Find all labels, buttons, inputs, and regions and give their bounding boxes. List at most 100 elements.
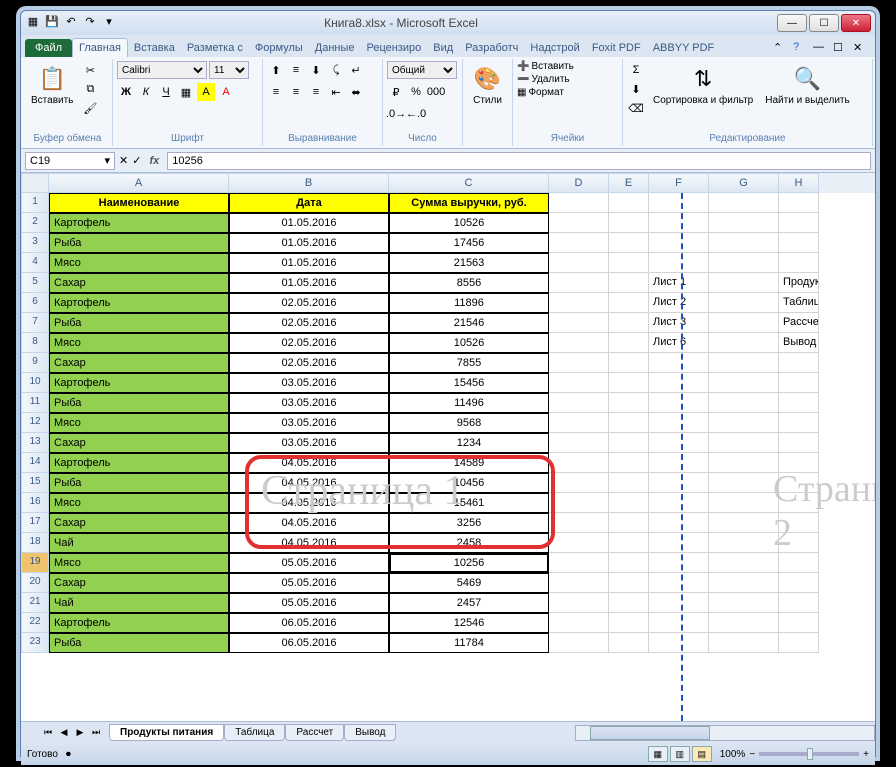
tab-view[interactable]: Вид bbox=[427, 39, 459, 57]
cell[interactable] bbox=[549, 613, 609, 633]
row-header[interactable]: 2 bbox=[21, 213, 49, 233]
cell[interactable]: 15461 bbox=[389, 493, 549, 513]
cell[interactable] bbox=[549, 293, 609, 313]
cell[interactable] bbox=[709, 513, 779, 533]
tab-insert[interactable]: Вставка bbox=[128, 39, 181, 57]
row-header[interactable]: 10 bbox=[21, 373, 49, 393]
cell[interactable]: Рыба bbox=[49, 233, 229, 253]
cell[interactable] bbox=[549, 213, 609, 233]
sheet-prev-icon[interactable]: ◀ bbox=[57, 726, 71, 740]
cell[interactable] bbox=[609, 513, 649, 533]
inc-decimal-icon[interactable]: .0→ bbox=[387, 105, 405, 123]
underline-button[interactable]: Ч bbox=[157, 83, 175, 101]
tab-foxit[interactable]: Foxit PDF bbox=[586, 39, 647, 57]
row-header[interactable]: 18 bbox=[21, 533, 49, 553]
cell[interactable] bbox=[609, 253, 649, 273]
doc-close-icon[interactable]: ✕ bbox=[853, 41, 869, 57]
clear-icon[interactable]: ⌫ bbox=[627, 99, 645, 117]
cell[interactable]: Картофель bbox=[49, 373, 229, 393]
cell[interactable] bbox=[709, 413, 779, 433]
cell[interactable] bbox=[549, 353, 609, 373]
dec-decimal-icon[interactable]: ←.0 bbox=[407, 105, 425, 123]
cell[interactable] bbox=[709, 393, 779, 413]
find-select-button[interactable]: 🔍 Найти и выделить bbox=[761, 61, 853, 131]
col-header-D[interactable]: D bbox=[549, 173, 609, 193]
cell[interactable] bbox=[549, 253, 609, 273]
cell[interactable] bbox=[609, 553, 649, 573]
col-header-F[interactable]: F bbox=[649, 173, 709, 193]
border-button[interactable]: ▦ bbox=[177, 83, 195, 101]
cell[interactable] bbox=[779, 593, 819, 613]
cell[interactable]: 21563 bbox=[389, 253, 549, 273]
cell[interactable] bbox=[779, 253, 819, 273]
italic-button[interactable]: К bbox=[137, 83, 155, 101]
cell[interactable] bbox=[609, 273, 649, 293]
qat-dropdown-icon[interactable]: ▾ bbox=[101, 13, 117, 29]
col-header-E[interactable]: E bbox=[609, 173, 649, 193]
cell[interactable]: Лист 2 bbox=[649, 293, 709, 313]
cell[interactable]: 3256 bbox=[389, 513, 549, 533]
cell[interactable]: 02.05.2016 bbox=[229, 353, 389, 373]
cell[interactable] bbox=[709, 193, 779, 213]
row-header[interactable]: 23 bbox=[21, 633, 49, 653]
fill-color-button[interactable]: A bbox=[197, 83, 215, 101]
maximize-button[interactable]: ☐ bbox=[809, 14, 839, 32]
cell[interactable]: Картофель bbox=[49, 293, 229, 313]
enter-formula-icon[interactable]: ✓ bbox=[132, 154, 141, 167]
col-header-A[interactable]: A bbox=[49, 173, 229, 193]
align-right-icon[interactable]: ≡ bbox=[307, 83, 325, 101]
cell[interactable] bbox=[709, 593, 779, 613]
doc-restore-icon[interactable]: ☐ bbox=[833, 41, 849, 57]
cell[interactable]: Мясо bbox=[49, 493, 229, 513]
cell[interactable]: 06.05.2016 bbox=[229, 633, 389, 653]
cell[interactable] bbox=[609, 293, 649, 313]
cell[interactable] bbox=[609, 233, 649, 253]
cell[interactable] bbox=[779, 433, 819, 453]
cell[interactable]: 05.05.2016 bbox=[229, 593, 389, 613]
cell[interactable] bbox=[709, 293, 779, 313]
cell[interactable] bbox=[649, 373, 709, 393]
tab-formulas[interactable]: Формулы bbox=[249, 39, 309, 57]
cell[interactable]: Сахар bbox=[49, 353, 229, 373]
paste-button[interactable]: 📋 Вставить bbox=[27, 61, 77, 131]
cell[interactable] bbox=[709, 533, 779, 553]
sheet-tab-1[interactable]: Таблица bbox=[224, 724, 285, 741]
cell[interactable]: 15456 bbox=[389, 373, 549, 393]
cell[interactable]: Сахар bbox=[49, 273, 229, 293]
name-box[interactable]: C19▾ bbox=[25, 152, 115, 170]
cell[interactable] bbox=[549, 513, 609, 533]
row-header[interactable]: 7 bbox=[21, 313, 49, 333]
cell[interactable] bbox=[649, 413, 709, 433]
row-header[interactable]: 17 bbox=[21, 513, 49, 533]
insert-cells-button[interactable]: ➕Вставить bbox=[517, 61, 618, 72]
cell[interactable]: 11496 bbox=[389, 393, 549, 413]
cell[interactable] bbox=[779, 373, 819, 393]
cell[interactable] bbox=[609, 573, 649, 593]
cell[interactable] bbox=[609, 333, 649, 353]
font-color-button[interactable]: A bbox=[217, 83, 235, 101]
cell[interactable]: Мясо bbox=[49, 253, 229, 273]
sheet-tab-active[interactable]: Продукты питания bbox=[109, 724, 224, 741]
cell[interactable] bbox=[609, 473, 649, 493]
cell[interactable]: 02.05.2016 bbox=[229, 313, 389, 333]
horizontal-scrollbar[interactable] bbox=[575, 725, 875, 741]
cell[interactable]: Рассчет bbox=[779, 313, 819, 333]
cell[interactable] bbox=[779, 633, 819, 653]
scroll-thumb[interactable] bbox=[590, 726, 710, 740]
currency-icon[interactable]: ₽ bbox=[387, 83, 405, 101]
normal-view-icon[interactable]: ▦ bbox=[648, 746, 668, 762]
sheet-first-icon[interactable]: ⏮ bbox=[41, 726, 55, 740]
autosum-icon[interactable]: Σ bbox=[627, 61, 645, 79]
cell[interactable] bbox=[779, 573, 819, 593]
cell[interactable]: 21546 bbox=[389, 313, 549, 333]
cell[interactable] bbox=[549, 453, 609, 473]
cell[interactable] bbox=[609, 313, 649, 333]
row-header[interactable]: 11 bbox=[21, 393, 49, 413]
cell[interactable]: 9568 bbox=[389, 413, 549, 433]
wrap-text-icon[interactable]: ↵ bbox=[347, 61, 365, 79]
cell[interactable] bbox=[709, 573, 779, 593]
redo-icon[interactable]: ↷ bbox=[82, 13, 98, 29]
cell[interactable] bbox=[779, 513, 819, 533]
sheet-tab-3[interactable]: Вывод bbox=[344, 724, 396, 741]
cell[interactable]: 01.05.2016 bbox=[229, 213, 389, 233]
